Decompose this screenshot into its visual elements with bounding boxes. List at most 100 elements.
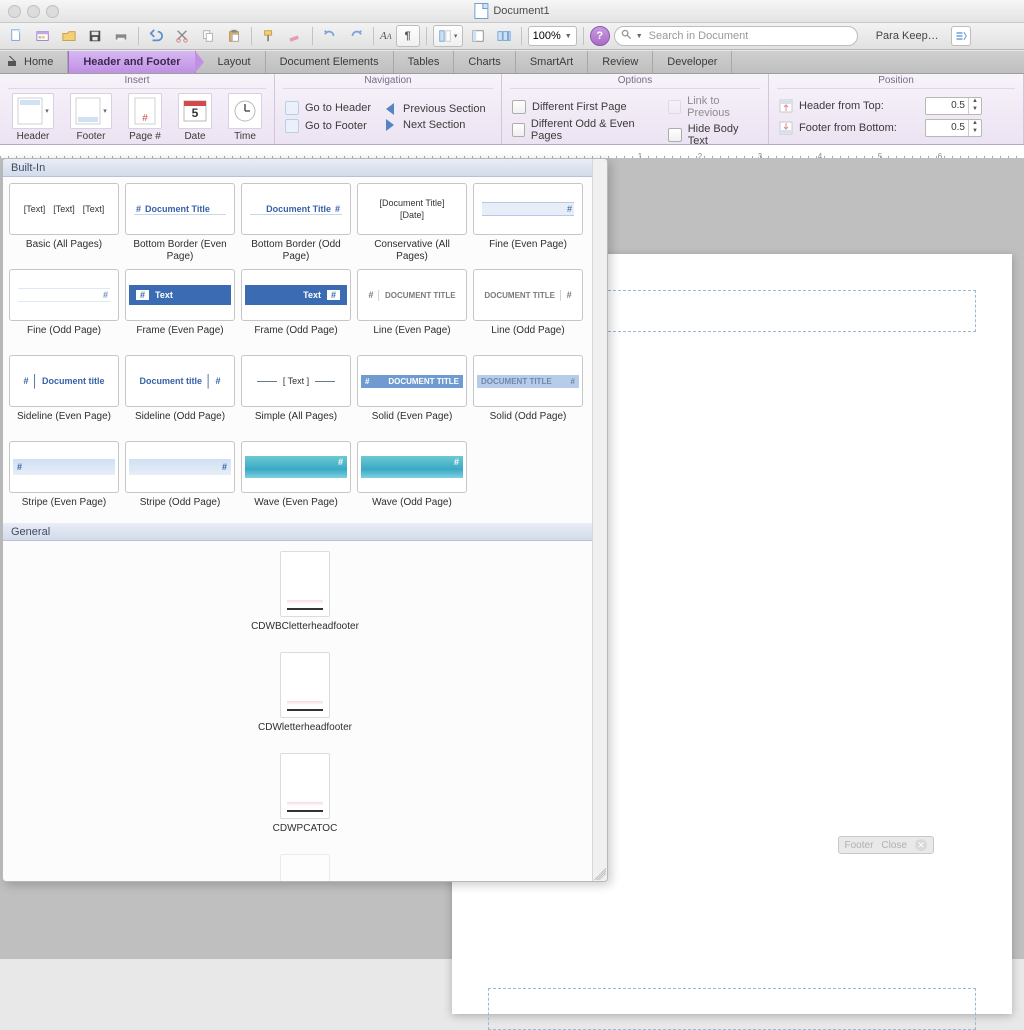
tab-developer[interactable]: Developer bbox=[653, 51, 732, 73]
search-field[interactable]: ▼ Search in Document bbox=[614, 26, 858, 46]
tab-document-elements[interactable]: Document Elements bbox=[266, 51, 394, 73]
go-footer-icon bbox=[285, 119, 299, 133]
arrow-left-icon bbox=[383, 103, 397, 115]
window-zoom-button[interactable] bbox=[46, 5, 59, 18]
gallery-item-stripe-even[interactable]: # Stripe (Even Page) bbox=[9, 441, 119, 521]
copy-icon[interactable] bbox=[197, 26, 219, 46]
help-button[interactable]: ? bbox=[590, 26, 610, 46]
resize-grip-icon[interactable] bbox=[594, 868, 606, 880]
gallery-item-frame-odd[interactable]: Text# Frame (Odd Page) bbox=[241, 269, 351, 349]
gallery-item-frame-even[interactable]: #Text Frame (Even Page) bbox=[125, 269, 235, 349]
templates-icon[interactable] bbox=[32, 26, 54, 46]
gallery-item-solid-even[interactable]: #DOCUMENT TITLE Solid (Even Page) bbox=[357, 355, 467, 435]
open-icon[interactable] bbox=[58, 26, 80, 46]
gallery-item-bottom-border-odd[interactable]: Document Title# Bottom Border (Odd Page) bbox=[241, 183, 351, 263]
header-button[interactable]: ▾ Header bbox=[8, 91, 58, 144]
tab-home[interactable]: Home bbox=[0, 51, 68, 73]
group-insert-title: Insert bbox=[8, 74, 266, 89]
gallery-item-simple[interactable]: [ Text ] Simple (All Pages) bbox=[241, 355, 351, 435]
footer-from-bottom-field: Footer from Bottom: 0.5▲▼ bbox=[779, 119, 982, 137]
tab-smartart[interactable]: SmartArt bbox=[516, 51, 588, 73]
para-keep-label[interactable]: Para Keep… bbox=[876, 30, 939, 42]
gallery-item-general[interactable]: PCAfooter bbox=[205, 854, 405, 881]
search-icon bbox=[621, 29, 632, 43]
tab-header-footer[interactable]: Header and Footer bbox=[68, 51, 195, 73]
document-title-text: Document1 bbox=[493, 5, 549, 17]
gallery-item-general[interactable]: CDWBCletterheadfooter bbox=[205, 551, 405, 632]
link-to-previous-checkbox[interactable]: Link to Previous bbox=[668, 95, 758, 119]
gallery-item-conservative[interactable]: [Document Title][Date] Conservative (All… bbox=[357, 183, 467, 263]
group-position: Position Header from Top: 0.5▲▼ Footer f… bbox=[769, 74, 1024, 144]
format-painter-icon[interactable] bbox=[258, 26, 280, 46]
tab-review[interactable]: Review bbox=[588, 51, 653, 73]
show-formatting-icon[interactable]: ¶ bbox=[396, 25, 420, 47]
undo-icon[interactable] bbox=[145, 26, 167, 46]
gallery-item-sideline-even[interactable]: #│Document title Sideline (Even Page) bbox=[9, 355, 119, 435]
gallery-item-fine-odd[interactable]: # Fine (Odd Page) bbox=[9, 269, 119, 349]
zoom-selector[interactable]: 100% ▼ bbox=[528, 26, 577, 46]
footer-close-tag[interactable]: Footer Close ✕ bbox=[838, 836, 934, 854]
gallery-section-general: General bbox=[3, 523, 607, 541]
gallery-item-stripe-odd[interactable]: # Stripe (Odd Page) bbox=[125, 441, 235, 521]
save-icon[interactable] bbox=[84, 26, 106, 46]
gallery-item-general[interactable]: CDWPCATOC bbox=[205, 753, 405, 834]
print-icon[interactable] bbox=[110, 26, 132, 46]
stepper-icon[interactable]: ▲▼ bbox=[968, 98, 981, 114]
undo-history-icon[interactable] bbox=[345, 26, 367, 46]
footer-from-bottom-input[interactable]: 0.5▲▼ bbox=[925, 119, 982, 137]
hide-body-text-checkbox[interactable]: Hide Body Text bbox=[668, 123, 758, 147]
footer-edit-region[interactable] bbox=[488, 988, 976, 1030]
gallery-view-icon[interactable] bbox=[493, 26, 515, 46]
different-first-page-checkbox[interactable]: Different First Page bbox=[512, 100, 656, 114]
paste-icon[interactable] bbox=[223, 26, 245, 46]
gallery-item-sideline-odd[interactable]: Document title│# Sideline (Odd Page) bbox=[125, 355, 235, 435]
clear-formatting-icon[interactable] bbox=[284, 26, 306, 46]
font-size-icon[interactable]: AA bbox=[380, 26, 392, 46]
window-minimize-button[interactable] bbox=[27, 5, 40, 18]
footer-gallery-popover: Built-In [Text][Text][Text] Basic (All P… bbox=[2, 158, 608, 882]
gallery-item-wave-odd[interactable]: # Wave (Odd Page) bbox=[357, 441, 467, 521]
time-button[interactable]: Time bbox=[224, 91, 266, 144]
previous-section-button[interactable]: Previous Section bbox=[383, 103, 486, 115]
dropdown-arrow-icon: ▼ bbox=[565, 33, 572, 40]
document-title: Document1 bbox=[474, 3, 549, 19]
header-from-top-input[interactable]: 0.5▲▼ bbox=[925, 97, 982, 115]
close-icon[interactable]: ✕ bbox=[915, 839, 927, 851]
footer-tag-close-label: Close bbox=[881, 840, 907, 851]
gallery-item-basic[interactable]: [Text][Text][Text] Basic (All Pages) bbox=[9, 183, 119, 263]
group-navigation-title: Navigation bbox=[283, 74, 493, 89]
gallery-item-line-odd[interactable]: DOCUMENT TITLE│# Line (Odd Page) bbox=[473, 269, 583, 349]
gallery-item-general[interactable]: CDWletterheadfooter bbox=[205, 652, 405, 733]
columns-icon[interactable]: ▾ bbox=[433, 25, 463, 47]
gallery-item-wave-even[interactable]: # Wave (Even Page) bbox=[241, 441, 351, 521]
go-to-header-button[interactable]: Go to Header bbox=[285, 101, 371, 115]
gallery-item-fine-even[interactable]: # Fine (Even Page) bbox=[473, 183, 583, 263]
gallery-item-bottom-border-even[interactable]: #Document Title Bottom Border (Even Page… bbox=[125, 183, 235, 263]
footer-tag-label: Footer bbox=[845, 840, 874, 851]
date-button[interactable]: 5 Date bbox=[174, 91, 216, 144]
template-thumb-icon bbox=[280, 854, 330, 881]
arrow-right-icon bbox=[383, 119, 397, 131]
different-odd-even-checkbox[interactable]: Different Odd & Even Pages bbox=[512, 118, 656, 142]
tab-tables[interactable]: Tables bbox=[394, 51, 455, 73]
gallery-section-builtin: Built-In bbox=[3, 159, 607, 177]
gallery-item-solid-odd[interactable]: DOCUMENT TITLE# Solid (Odd Page) bbox=[473, 355, 583, 435]
new-document-icon[interactable] bbox=[6, 26, 28, 46]
sidebar-icon[interactable] bbox=[467, 26, 489, 46]
gallery-scrollbar[interactable] bbox=[592, 159, 607, 881]
template-thumb-icon bbox=[280, 551, 330, 617]
tab-charts[interactable]: Charts bbox=[454, 51, 515, 73]
quick-access-toolbar: AA ¶ ▾ 100% ▼ ? ▼ Search in Document Par… bbox=[0, 23, 1024, 50]
go-to-footer-button[interactable]: Go to Footer bbox=[285, 119, 371, 133]
gallery-item-line-even[interactable]: #│DOCUMENT TITLE Line (Even Page) bbox=[357, 269, 467, 349]
cut-icon[interactable] bbox=[171, 26, 193, 46]
checkbox-icon bbox=[668, 128, 681, 142]
footer-button[interactable]: ▾ Footer bbox=[66, 91, 116, 144]
window-close-button[interactable] bbox=[8, 5, 21, 18]
page-number-button[interactable]: # Page # bbox=[124, 91, 166, 144]
redo-history-icon[interactable] bbox=[319, 26, 341, 46]
stepper-icon[interactable]: ▲▼ bbox=[968, 120, 981, 136]
next-section-button[interactable]: Next Section bbox=[383, 119, 486, 131]
tab-layout[interactable]: Layout bbox=[196, 51, 266, 73]
toolbar-options-icon[interactable] bbox=[951, 26, 971, 46]
